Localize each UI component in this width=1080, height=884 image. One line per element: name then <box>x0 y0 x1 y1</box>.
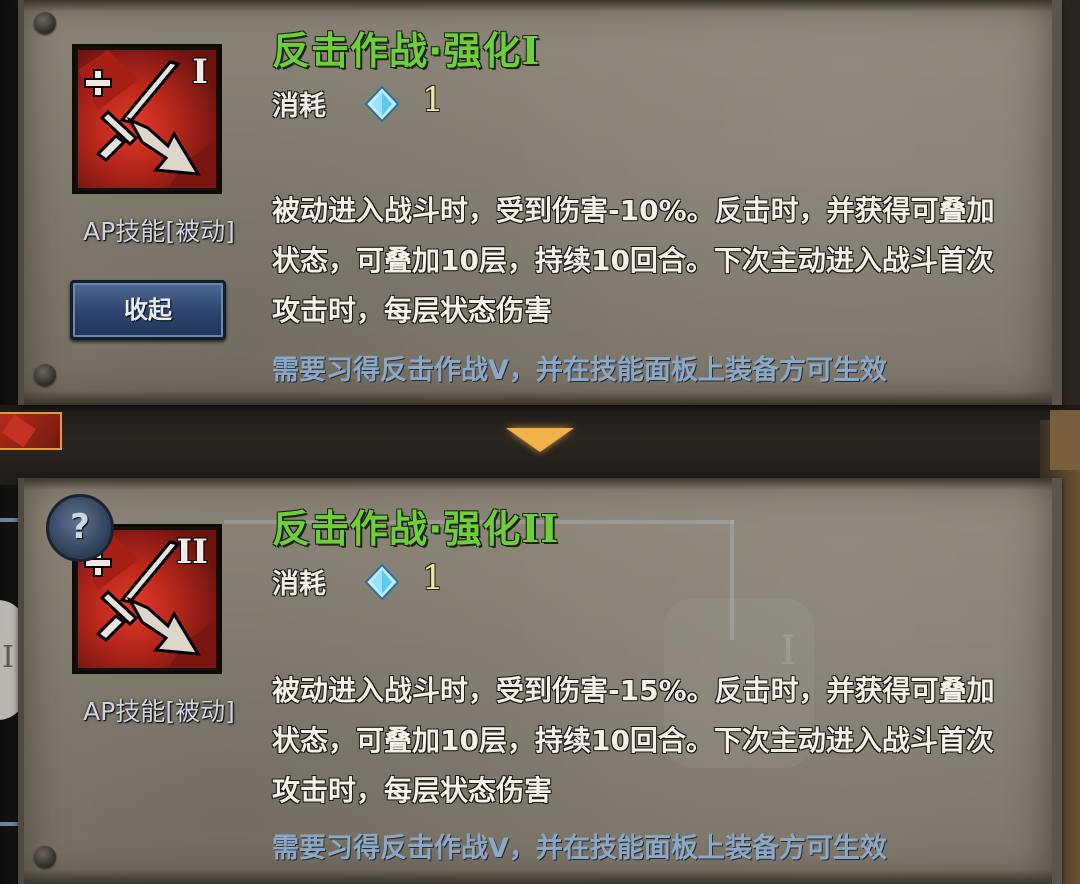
skill-title-text: 反击作战·强化 <box>272 29 522 73</box>
help-question-icon[interactable]: ? <box>46 494 114 562</box>
skill-title-numeral: II <box>521 506 559 551</box>
rivet-decoration <box>34 364 56 386</box>
skill-type-label: AP技能[被动] <box>83 217 235 246</box>
diamond-gem-icon <box>364 564 400 600</box>
cost-label: 消耗 <box>272 91 326 122</box>
skill-title-text: 反击作战·强化 <box>272 507 522 551</box>
rivet-decoration <box>34 846 56 868</box>
skill-description: 被动进入战斗时，受到伤害-15%。反击时，并获得可叠加状态，可叠加10层，持续1… <box>272 674 995 807</box>
expand-arrow-icon <box>506 428 574 452</box>
skill-level-numeral: II <box>176 532 208 572</box>
cost-value: 1 <box>422 558 444 598</box>
right-background-accent <box>1050 410 1080 470</box>
skill-icon: I <box>72 44 222 194</box>
skill-tooltip-panel: I ? II AP技能[被动] 反击作战·强化II 消耗 1 被动进入战斗时，受… <box>18 478 1062 884</box>
collapse-button[interactable]: 收起 <box>70 280 226 340</box>
side-skill-numeral: I <box>2 640 14 675</box>
cost-value: 1 <box>422 80 444 120</box>
rivet-decoration <box>34 12 56 34</box>
skill-type-label: AP技能[被动] <box>83 697 235 726</box>
cost-label: 消耗 <box>272 569 326 600</box>
skill-description: 被动进入战斗时，受到伤害-10%。反击时，并获得可叠加状态，可叠加10层，持续1… <box>272 194 995 327</box>
skill-title-numeral: I <box>521 28 541 73</box>
skill-requirement: 需要习得反击作战V，并在技能面板上装备方可生效 <box>272 833 887 864</box>
skill-title: 反击作战·强化II <box>272 498 559 553</box>
skill-title: 反击作战·强化I <box>272 20 540 75</box>
diamond-gem-icon <box>364 86 400 122</box>
partial-skill-icon[interactable] <box>0 412 62 450</box>
skill-requirement: 需要习得反击作战V，并在技能面板上装备方可生效 <box>272 355 887 386</box>
skill-level-numeral: I <box>192 52 208 92</box>
skill-tooltip-panel: I AP技能[被动] 收起 反击作战·强化I 消耗 1 被动进入战斗时，受到伤害… <box>18 0 1062 405</box>
